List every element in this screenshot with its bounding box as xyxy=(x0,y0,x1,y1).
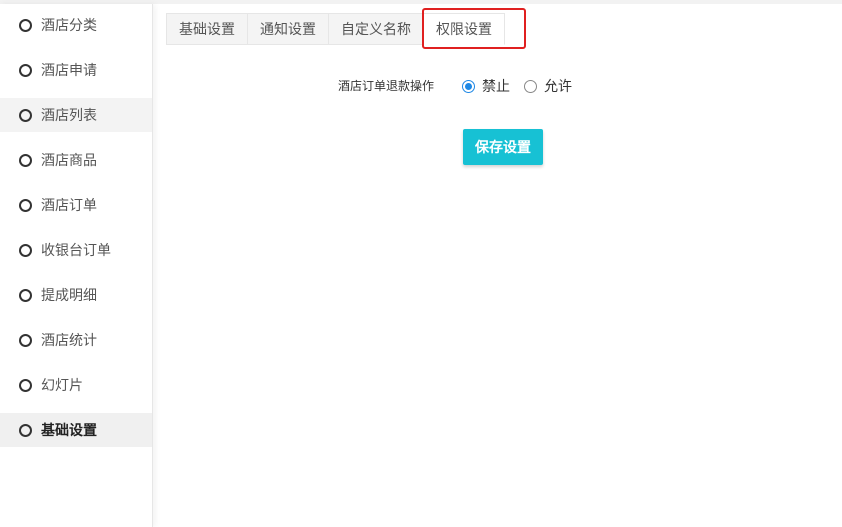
radio-allow-label: 允许 xyxy=(544,79,572,95)
circle-icon xyxy=(19,243,32,257)
tab-basic-settings[interactable]: 基础设置 xyxy=(166,13,247,45)
circle-icon xyxy=(19,198,32,212)
tab-permission-settings[interactable]: 权限设置 xyxy=(423,13,505,45)
sidebar-item-hotel-category[interactable]: 酒店分类 xyxy=(0,8,152,42)
sidebar-item-label: 收银台订单 xyxy=(41,243,111,259)
sidebar-item-hotel-goods[interactable]: 酒店商品 xyxy=(0,143,152,177)
sidebar-item-hotel-application[interactable]: 酒店申请 xyxy=(0,53,152,87)
circle-icon xyxy=(19,108,32,122)
save-settings-button[interactable]: 保存设置 xyxy=(463,129,543,165)
sidebar-item-label: 幻灯片 xyxy=(41,378,83,394)
settings-tabs: 基础设置 通知设置 自定义名称 权限设置 xyxy=(166,13,505,45)
sidebar-item-label: 酒店商品 xyxy=(41,153,97,169)
circle-icon xyxy=(19,378,32,392)
sidebar-item-label: 酒店申请 xyxy=(41,63,97,79)
sidebar-item-commission-details[interactable]: 提成明细 xyxy=(0,278,152,312)
circle-icon xyxy=(19,423,32,437)
circle-icon xyxy=(19,333,32,347)
sidebar-item-label: 酒店订单 xyxy=(41,198,97,214)
sidebar-item-hotel-statistics[interactable]: 酒店统计 xyxy=(0,323,152,357)
sidebar-item-basic-settings[interactable]: 基础设置 xyxy=(0,413,152,447)
radio-forbid-label: 禁止 xyxy=(482,79,510,95)
radio-allow[interactable]: 允许 xyxy=(524,76,572,96)
sidebar-item-label: 酒店列表 xyxy=(41,108,97,124)
refund-operation-label: 酒店订单退款操作 xyxy=(337,79,434,93)
refund-radio-group: 禁止 允许 xyxy=(462,76,586,96)
sidebar-item-label: 酒店分类 xyxy=(41,18,97,34)
sidebar-item-hotel-orders[interactable]: 酒店订单 xyxy=(0,188,152,222)
circle-icon xyxy=(19,288,32,302)
radio-checked-icon xyxy=(462,79,475,93)
sidebar-item-label: 基础设置 xyxy=(41,423,97,439)
circle-icon xyxy=(19,63,32,77)
sidebar-item-hotel-list[interactable]: 酒店列表 xyxy=(0,98,152,132)
radio-forbid[interactable]: 禁止 xyxy=(462,76,510,96)
sidebar: 酒店分类 酒店申请 酒店列表 酒店商品 酒店订单 收银台订单 提成明细 酒店统计… xyxy=(0,4,153,527)
sidebar-item-slideshow[interactable]: 幻灯片 xyxy=(0,368,152,402)
circle-icon xyxy=(19,18,32,32)
refund-permission-row: 酒店订单退款操作 禁止 允许 xyxy=(166,74,842,98)
sidebar-item-label: 酒店统计 xyxy=(41,333,97,349)
tab-custom-name[interactable]: 自定义名称 xyxy=(328,13,423,45)
tab-notification-settings[interactable]: 通知设置 xyxy=(247,13,328,45)
sidebar-item-cashier-orders[interactable]: 收银台订单 xyxy=(0,233,152,267)
main-content: 基础设置 通知设置 自定义名称 权限设置 酒店订单退款操作 禁止 允许 保存设置 xyxy=(166,4,842,527)
sidebar-item-label: 提成明细 xyxy=(41,288,97,304)
radio-unchecked-icon xyxy=(524,79,537,93)
circle-icon xyxy=(19,153,32,167)
